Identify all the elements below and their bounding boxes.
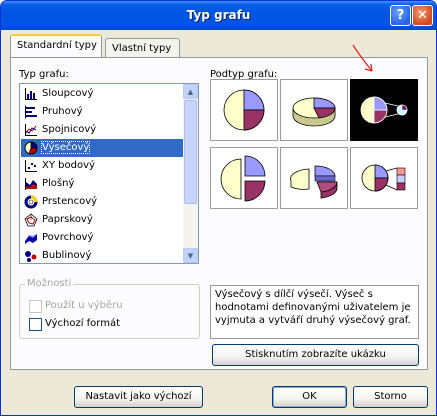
subtype-pie-3d[interactable]: [280, 79, 348, 141]
list-item-scatter[interactable]: XY bodový: [21, 157, 184, 175]
chart-type-list[interactable]: Sloupcový Pruhový Spojnicový Výsečový XY…: [19, 83, 199, 264]
pie-3d-subtype-icon: [292, 97, 336, 127]
list-item-radar[interactable]: Paprskový: [21, 211, 184, 229]
list-item-line[interactable]: Spojnicový: [21, 121, 184, 139]
question-mark-icon: ?: [396, 8, 405, 23]
column-chart-icon: [25, 88, 37, 100]
scroll-down-button[interactable]: ▼: [183, 248, 198, 263]
default-format-checkbox[interactable]: [29, 318, 42, 331]
description-box: Výsečový s dílčí výsečí. Výseč s hodnota…: [210, 285, 419, 339]
chart-type-dialog: Typ grafu ? ✕ Standardní typy Vlastní ty…: [0, 0, 437, 416]
list-item-label: Spojnicový: [42, 124, 97, 135]
list-item-label: Bublinový: [42, 250, 92, 261]
pie-chart-icon: [24, 141, 38, 155]
scatter-chart-icon: [25, 160, 37, 172]
annotation-arrow-icon: [352, 44, 373, 72]
radar-chart-icon: [24, 213, 38, 227]
doughnut-chart-icon: [24, 195, 38, 209]
list-item-surface[interactable]: Povrchový: [21, 229, 184, 247]
list-scrollbar[interactable]: ▲ ▼: [183, 84, 198, 263]
bar-of-pie-subtype-icon: [361, 164, 406, 192]
subtype-bar-of-pie[interactable]: [350, 147, 418, 209]
cancel-button[interactable]: Storno: [353, 386, 428, 408]
list-item-doughnut[interactable]: Prstencový: [21, 193, 184, 211]
list-item-label: XY bodový: [42, 160, 95, 171]
ok-button[interactable]: OK: [272, 386, 347, 408]
surface-chart-icon: [25, 234, 37, 244]
line-chart-icon: [25, 124, 37, 136]
window-title: Typ grafu: [186, 8, 251, 22]
list-item-column[interactable]: Sloupcový: [21, 85, 184, 103]
options-groupbox: [19, 284, 200, 339]
help-button[interactable]: ?: [390, 5, 411, 26]
list-item-label: Prstencový: [42, 196, 98, 207]
list-item-label: Plošný: [42, 178, 75, 189]
subtype-pie[interactable]: [210, 79, 278, 141]
exploded-pie-3d-subtype-icon: [290, 165, 338, 199]
preview-button[interactable]: Stisknutím zobrazíte ukázku: [212, 344, 419, 366]
set-default-button[interactable]: Nastavit jako výchozí: [74, 386, 203, 408]
list-item-label: Sloupcový: [42, 88, 94, 99]
subtype-exploded-pie-3d[interactable]: [280, 147, 348, 209]
list-item-label: Pruhový: [42, 106, 83, 117]
bar-chart-icon: [25, 106, 37, 118]
pie-of-pie-subtype-icon: [360, 96, 408, 124]
tab-custom-types[interactable]: Vlastní typy: [105, 38, 180, 59]
scroll-thumb[interactable]: [184, 100, 197, 204]
arrow-up-icon: ▲: [187, 87, 194, 96]
list-item-bar[interactable]: Pruhový: [21, 103, 184, 121]
list-item-area[interactable]: Plošný: [21, 175, 184, 193]
tab-standard-types[interactable]: Standardní typy: [10, 34, 102, 57]
area-chart-icon: [25, 178, 37, 190]
list-item-label: Povrchový: [42, 232, 94, 243]
cancel-button-label: Storno: [374, 391, 407, 402]
options-group-title: Možnosti: [25, 278, 74, 289]
title-bar[interactable]: Typ grafu ? ✕: [1, 1, 436, 30]
list-item-label: Paprskový: [42, 214, 93, 225]
subtype-exploded-pie[interactable]: [210, 147, 278, 209]
exploded-pie-subtype-icon: [220, 155, 266, 202]
bubble-chart-icon: [25, 251, 37, 262]
chart-type-label-text: Typ grafu:: [19, 69, 69, 80]
default-format-label: Výchozí formát: [45, 318, 121, 329]
close-button[interactable]: ✕: [412, 5, 433, 26]
ok-button-label: OK: [302, 391, 317, 402]
list-item-bubble[interactable]: Bublinový: [21, 247, 184, 263]
preview-button-label: Stisknutím zobrazíte ukázku: [245, 349, 386, 360]
apply-to-selection-checkbox[interactable]: [29, 300, 42, 313]
chart-type-label: Typ grafu:: [19, 69, 69, 80]
apply-to-selection-label: Použít u výběru: [45, 300, 123, 311]
arrow-down-icon: ▼: [187, 251, 194, 260]
pie-subtype-icon: [223, 89, 265, 131]
list-item-label: Výsečový: [40, 141, 91, 154]
close-icon: ✕: [417, 8, 428, 23]
scroll-up-button[interactable]: ▲: [183, 84, 198, 99]
subtype-pie-of-pie[interactable]: [350, 79, 418, 141]
list-item-pie[interactable]: Výsečový: [21, 139, 184, 157]
set-default-button-label: Nastavit jako výchozí: [85, 391, 192, 402]
